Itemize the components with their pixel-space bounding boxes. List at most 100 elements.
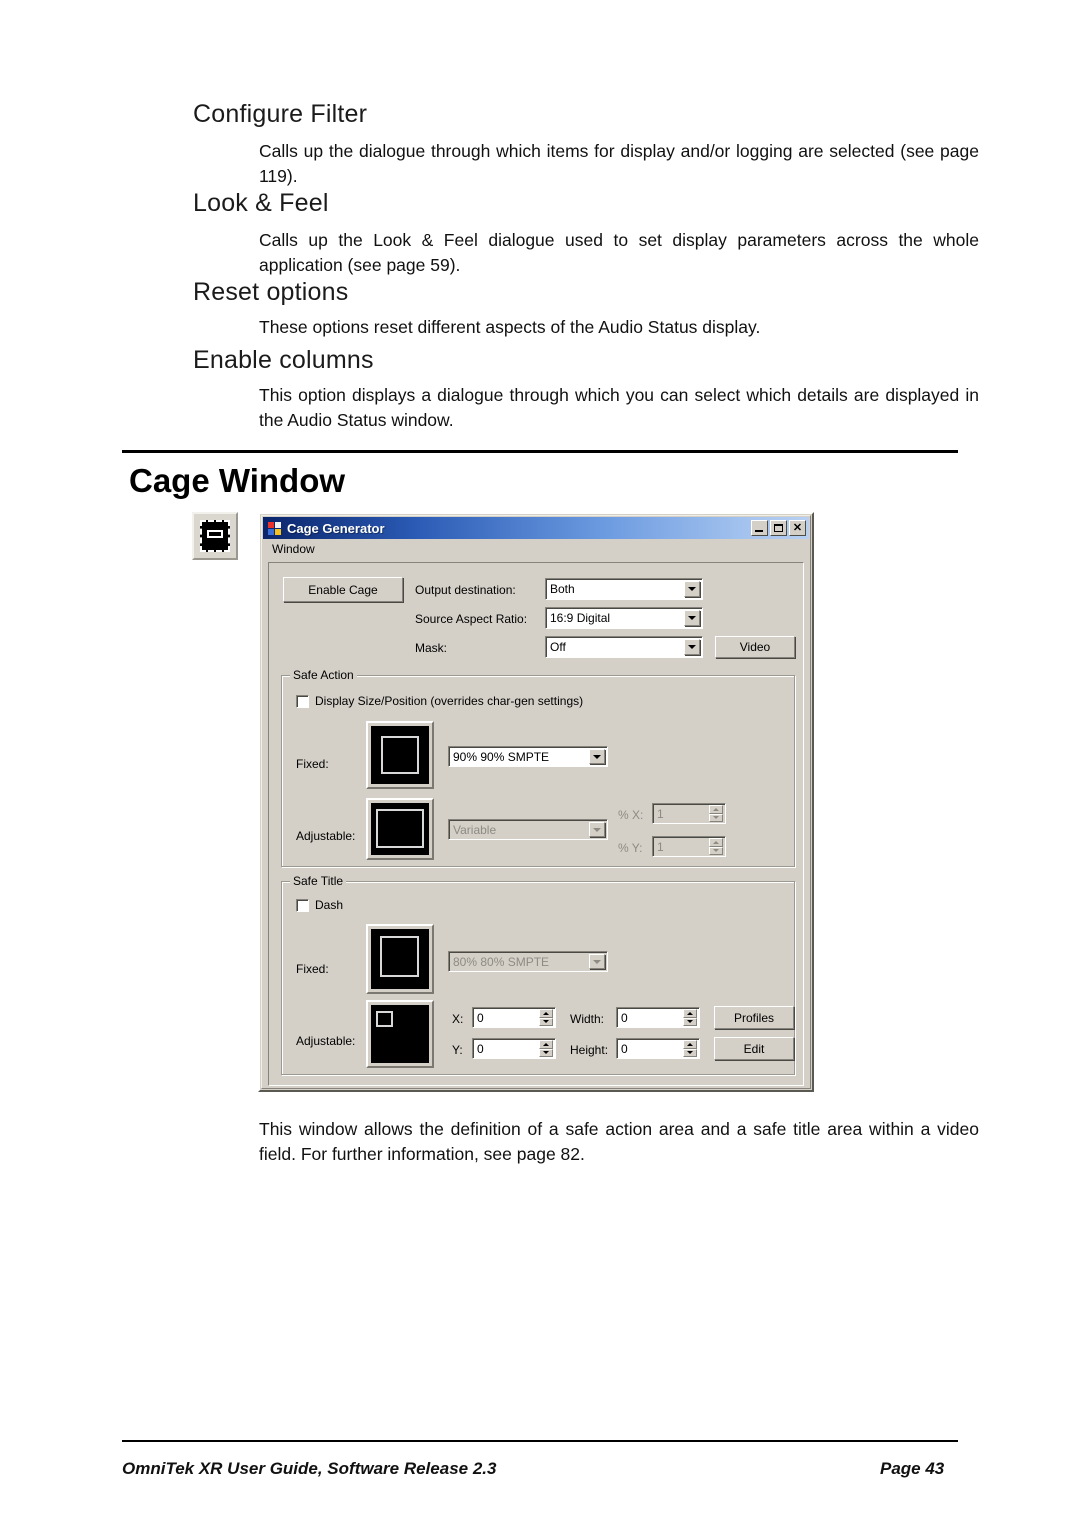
mask-select[interactable]: Off [545, 636, 703, 658]
paragraph-configure-filter: Calls up the dialogue through which item… [259, 141, 979, 186]
preview-safe-rect [381, 736, 419, 774]
stepper-down-icon[interactable] [683, 1017, 697, 1026]
stepper-buttons[interactable] [683, 1040, 697, 1057]
width-value: 0 [621, 1010, 628, 1025]
stepper-up-icon[interactable] [539, 1040, 553, 1049]
percent-x-stepper[interactable]: 1 [652, 803, 726, 824]
window-controls: ✕ [751, 520, 806, 536]
output-destination-label: Output destination: [415, 583, 516, 597]
edit-button[interactable]: Edit [714, 1037, 794, 1060]
width-stepper[interactable]: 0 [616, 1007, 700, 1028]
safe-action-fixed-label: Fixed: [296, 757, 329, 771]
height-stepper[interactable]: 0 [616, 1038, 700, 1059]
mask-label: Mask: [415, 641, 448, 655]
y-label: Y: [452, 1043, 463, 1057]
stepper-down-icon[interactable] [539, 1048, 553, 1057]
percent-x-value: 1 [657, 806, 664, 821]
x-stepper[interactable]: 0 [472, 1007, 556, 1028]
maximize-icon[interactable] [770, 520, 787, 536]
y-stepper[interactable]: 0 [472, 1038, 556, 1059]
safe-action-fixed-select[interactable]: 90% 90% SMPTE [448, 746, 608, 767]
safe-action-fixed-preview[interactable] [366, 721, 434, 789]
safe-action-adjustable-select[interactable]: Variable [448, 819, 608, 840]
chevron-down-icon[interactable] [684, 639, 700, 655]
safe-title-fixed-value: 80% 80% SMPTE [453, 954, 550, 969]
safe-title-adjustable-preview[interactable] [366, 1000, 434, 1068]
source-aspect-ratio-select[interactable]: 16:9 Digital [545, 607, 703, 629]
stepper-down-icon[interactable] [709, 813, 723, 822]
chevron-down-icon[interactable] [589, 954, 605, 969]
mask-value: Off [550, 640, 566, 654]
stepper-up-icon[interactable] [709, 805, 723, 814]
checkbox-box[interactable] [296, 694, 309, 708]
safe-action-group-label: Safe Action [290, 668, 357, 682]
cage-icon-bar [207, 530, 223, 538]
safe-title-fixed-select[interactable]: 80% 80% SMPTE [448, 951, 608, 972]
preview-safe-rect [375, 1010, 394, 1028]
chevron-down-icon[interactable] [684, 581, 700, 597]
windows-logo-icon [267, 521, 282, 536]
cage-window-icon [192, 512, 238, 560]
window-titlebar[interactable]: Cage Generator ✕ [263, 517, 809, 539]
chevron-down-icon[interactable] [589, 822, 605, 837]
stepper-buttons[interactable] [683, 1009, 697, 1026]
safe-action-adjustable-value: Variable [453, 822, 497, 837]
preview-screen [371, 803, 429, 855]
enable-cage-label: Enable Cage [308, 582, 378, 597]
page-title: Cage Window [129, 462, 346, 499]
figure-caption: This window allows the definition of a s… [259, 1119, 979, 1164]
profiles-button[interactable]: Profiles [714, 1006, 794, 1029]
safe-action-adjustable-label: Adjustable: [296, 829, 356, 843]
stepper-down-icon[interactable] [709, 846, 723, 855]
preview-screen [371, 1005, 429, 1063]
paragraph-look-and-feel: Calls up the Look & Feel dialogue used t… [259, 230, 979, 275]
output-destination-select[interactable]: Both [545, 578, 703, 600]
width-label: Width: [570, 1012, 605, 1026]
heading-configure-filter: Configure Filter [193, 100, 368, 128]
preview-screen [371, 929, 429, 989]
cage-icon-frame [200, 520, 230, 552]
paragraph-enable-columns: This option displays a dialogue through … [259, 385, 979, 430]
stepper-up-icon[interactable] [539, 1009, 553, 1018]
enable-cage-button[interactable]: Enable Cage [283, 577, 403, 602]
safe-title-fixed-label: Fixed: [296, 962, 329, 976]
preview-safe-rect [375, 809, 425, 848]
stepper-buttons[interactable] [709, 805, 723, 822]
stepper-up-icon[interactable] [683, 1009, 697, 1018]
percent-y-stepper[interactable]: 1 [652, 836, 726, 857]
minimize-icon[interactable] [751, 520, 768, 536]
display-size-position-checkbox[interactable]: Display Size/Position (overrides char-ge… [296, 694, 583, 708]
stepper-buttons[interactable] [539, 1009, 553, 1026]
percent-y-label: % Y: [618, 841, 643, 855]
safe-title-group: Safe Title Dash Fixed: 80% 80% SMPTE Adj… [281, 874, 795, 1075]
safe-title-fixed-preview[interactable] [366, 924, 434, 994]
heading-enable-columns: Enable columns [193, 346, 374, 374]
dash-label: Dash [315, 898, 344, 912]
x-label: X: [452, 1012, 464, 1026]
stepper-down-icon[interactable] [539, 1017, 553, 1026]
height-value: 0 [621, 1041, 628, 1056]
window-client-area: Enable Cage Output destination: Both Sou… [268, 562, 804, 1086]
stepper-up-icon[interactable] [709, 838, 723, 847]
checkbox-box[interactable] [296, 898, 309, 912]
stepper-buttons[interactable] [709, 838, 723, 855]
output-destination-value: Both [550, 582, 575, 596]
heading-reset-options: Reset options [193, 278, 349, 306]
safe-title-adjustable-label: Adjustable: [296, 1034, 356, 1048]
close-icon[interactable]: ✕ [789, 520, 806, 536]
dash-checkbox[interactable]: Dash [296, 898, 343, 912]
percent-y-value: 1 [657, 839, 664, 854]
stepper-up-icon[interactable] [683, 1040, 697, 1049]
stepper-buttons[interactable] [539, 1040, 553, 1057]
chevron-down-icon[interactable] [684, 610, 700, 626]
chevron-down-icon[interactable] [589, 749, 605, 764]
video-button[interactable]: Video [715, 636, 795, 658]
safe-action-adjustable-preview[interactable] [366, 798, 434, 860]
menu-item-window[interactable]: Window [272, 542, 315, 556]
percent-x-label: % X: [618, 808, 644, 822]
preview-safe-rect [380, 936, 419, 977]
chapter-divider [122, 450, 958, 453]
safe-title-group-label: Safe Title [290, 874, 347, 888]
window-title: Cage Generator [287, 520, 385, 536]
stepper-down-icon[interactable] [683, 1048, 697, 1057]
